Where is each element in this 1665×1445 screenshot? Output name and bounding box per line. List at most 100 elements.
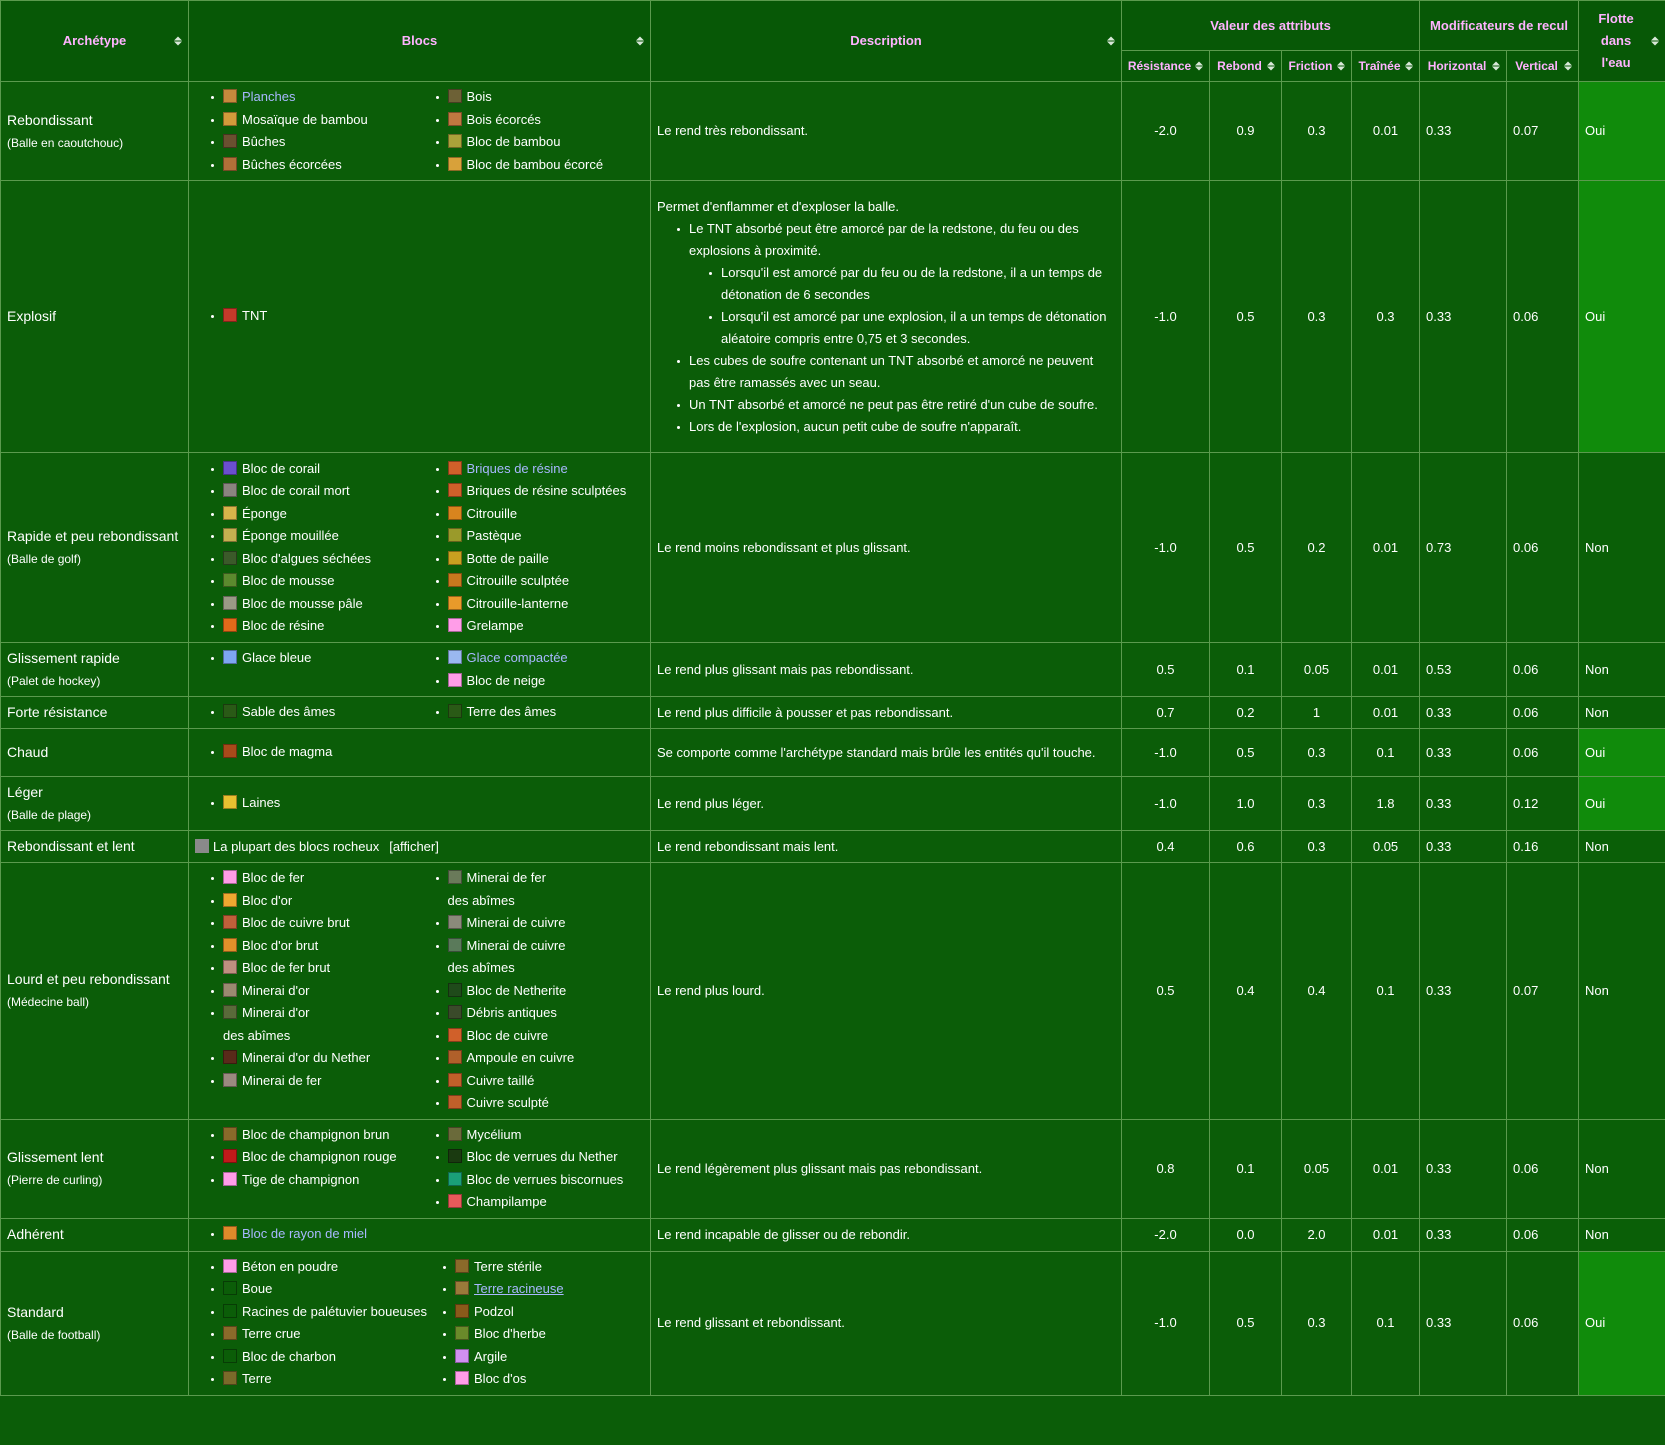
block-item[interactable]: TNT <box>211 305 420 328</box>
block-item[interactable]: Bloc d'os <box>443 1368 644 1391</box>
block-item[interactable]: Bloc de neige <box>435 670 645 693</box>
block-item[interactable]: Minerai d'or du Nether <box>211 1047 420 1070</box>
block-item[interactable]: Bloc de mousse <box>211 570 420 593</box>
block-item[interactable]: Béton en poudre <box>211 1256 427 1279</box>
block-item[interactable]: Citrouille-lanterne <box>435 593 645 616</box>
block-item[interactable]: Glace compactée <box>435 647 645 670</box>
block-item[interactable]: Bloc de bambou <box>435 131 645 154</box>
drag-value: 0.01 <box>1350 642 1421 697</box>
block-item[interactable]: Cuivre sculpté <box>435 1092 645 1115</box>
sort-icon[interactable] <box>636 36 644 46</box>
sort-icon[interactable] <box>1267 61 1275 71</box>
block-item[interactable]: Mycélium <box>435 1124 645 1147</box>
block-item[interactable]: Bloc de corail <box>211 458 420 481</box>
block-item[interactable]: Bloc de Netherite <box>435 980 645 1003</box>
block-item[interactable]: Bloc de bambou écorcé <box>435 154 645 177</box>
header-archetype[interactable]: Archétype <box>0 0 189 82</box>
block-item[interactable]: Boue <box>211 1278 427 1301</box>
block-item[interactable]: Terre crue <box>211 1323 427 1346</box>
block-item[interactable]: Champilampe <box>435 1191 645 1214</box>
sort-icon[interactable] <box>1195 61 1203 71</box>
block-item[interactable]: Bloc de résine <box>211 615 420 638</box>
sort-icon[interactable] <box>174 36 182 46</box>
block-item[interactable]: Éponge mouillée <box>211 525 420 548</box>
block-item[interactable]: Briques de résine sculptées <box>435 480 645 503</box>
block-item[interactable]: Bloc d'or brut <box>211 935 420 958</box>
block-item[interactable]: Bloc de champignon rouge <box>211 1146 420 1169</box>
block-item[interactable]: Grelampe <box>435 615 645 638</box>
block-item[interactable]: Bloc d'algues séchées <box>211 548 420 571</box>
block-name: Mycélium <box>466 1126 522 1142</box>
header-floats[interactable]: Flotte dans l'eau <box>1578 0 1665 82</box>
block-item[interactable]: Glace bleue <box>211 647 420 670</box>
block-item[interactable]: Débris antiques <box>435 1002 645 1025</box>
block-item[interactable]: Mosaïque de bambou <box>211 109 420 132</box>
block-item[interactable]: Bloc de rayon de miel <box>211 1223 420 1246</box>
block-item[interactable]: Tige de champignon <box>211 1169 420 1192</box>
block-item[interactable]: Bloc de fer <box>211 867 420 890</box>
block-item[interactable]: Terre des âmes <box>435 701 645 724</box>
block-item[interactable]: Racines de palétuvier boueuses <box>211 1301 427 1324</box>
block-item[interactable]: Planches <box>211 86 420 109</box>
sort-icon[interactable] <box>1492 61 1501 71</box>
block-item[interactable]: Citrouille <box>435 503 645 526</box>
block-item[interactable]: Bloc de fer brut <box>211 957 420 980</box>
header-drag[interactable]: Traînée <box>1350 50 1421 82</box>
block-item[interactable]: Éponge <box>211 503 420 526</box>
block-item[interactable]: Bloc de verrues du Nether <box>435 1146 645 1169</box>
block-item[interactable]: Bloc de magma <box>211 741 420 764</box>
header-description[interactable]: Description <box>650 0 1122 82</box>
header-vertical[interactable]: Vertical <box>1506 50 1580 82</box>
drag-value: 0.1 <box>1350 1250 1421 1396</box>
block-item[interactable]: Argile <box>443 1346 644 1369</box>
block-name: Terre racineuse <box>474 1281 564 1296</box>
block-item[interactable]: Terre stérile <box>443 1256 644 1279</box>
block-item[interactable]: Bloc de cuivre brut <box>211 912 420 935</box>
sort-icon[interactable] <box>1107 36 1115 46</box>
horizontal-value: 0.33 <box>1419 728 1508 777</box>
block-item[interactable]: Bloc d'herbe <box>443 1323 644 1346</box>
block-item[interactable]: Bûches <box>211 131 420 154</box>
header-resistance[interactable]: Résistance <box>1121 50 1210 82</box>
block-item[interactable]: Terre <box>211 1368 427 1391</box>
sort-icon[interactable] <box>1405 61 1414 71</box>
block-item[interactable]: Citrouille sculptée <box>435 570 645 593</box>
block-item[interactable]: Cuivre taillé <box>435 1070 645 1093</box>
header-friction[interactable]: Friction <box>1281 50 1352 82</box>
block-item[interactable]: Briques de résine <box>435 458 645 481</box>
block-item[interactable]: Bois écorcés <box>435 109 645 132</box>
block-item[interactable]: Minerai de cuivre <box>435 912 645 935</box>
block-item[interactable]: Bloc de corail mort <box>211 480 420 503</box>
block-item[interactable]: Minerai d'or <box>211 980 420 1003</box>
sort-icon[interactable] <box>1564 61 1573 71</box>
header-horizontal[interactable]: Horizontal <box>1419 50 1508 82</box>
block-item[interactable]: Podzol <box>443 1301 644 1324</box>
block-item[interactable]: Terre racineuse <box>443 1278 644 1301</box>
block-name: Terre stérile <box>474 1258 542 1274</box>
block-item[interactable]: Minerai de cuivre <box>435 935 645 958</box>
block-item[interactable]: Bloc de verrues biscornues <box>435 1169 645 1192</box>
block-item[interactable]: Botte de paille <box>435 548 645 571</box>
block-item[interactable]: Bûches écorcées <box>211 154 420 177</box>
block-item[interactable]: Bloc de mousse pâle <box>211 593 420 616</box>
block-item[interactable]: Sable des âmes <box>211 701 420 724</box>
show-toggle[interactable]: [afficher] <box>389 839 439 854</box>
block-item[interactable]: Ampoule en cuivre <box>435 1047 645 1070</box>
block-item[interactable]: Minerai de fer <box>211 1070 420 1093</box>
sort-icon[interactable] <box>1337 61 1345 71</box>
sort-icon[interactable] <box>1651 36 1660 46</box>
block-item[interactable]: Bloc de champignon brun <box>211 1124 420 1147</box>
rebound-value: 0.5 <box>1209 180 1282 453</box>
header-rebound[interactable]: Rebond <box>1209 50 1282 82</box>
block-item[interactable]: Bloc de cuivre <box>435 1025 645 1048</box>
table-row: Adhérent Bloc de rayon de miel Le rend inc… <box>0 1217 1665 1252</box>
block-item[interactable]: Bloc d'or <box>211 890 420 913</box>
block-item[interactable]: Bloc de charbon <box>211 1346 427 1369</box>
block-item[interactable]: Minerai d'or <box>211 1002 420 1025</box>
block-item[interactable]: Minerai de fer <box>435 867 645 890</box>
block-name: Cuivre taillé <box>466 1072 535 1088</box>
block-item[interactable]: Bois <box>435 86 645 109</box>
header-blocks[interactable]: Blocs <box>188 0 651 82</box>
block-item[interactable]: Laines <box>211 792 420 815</box>
block-item[interactable]: Pastèque <box>435 525 645 548</box>
